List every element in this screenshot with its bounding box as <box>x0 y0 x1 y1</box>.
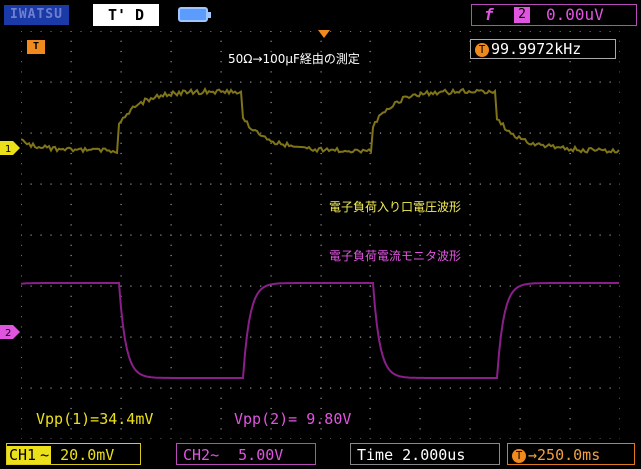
trigger-status[interactable]: T' D <box>93 4 159 26</box>
timebase-box[interactable]: Time 2.000us <box>350 443 500 465</box>
trigger-level-marker[interactable]: T <box>27 40 45 54</box>
frequency-counter: T 99.9972kHz <box>470 39 616 59</box>
frequency-value: 99.9972kHz <box>491 40 582 58</box>
measure-channel-badge: 2 <box>514 7 530 23</box>
ch1-scale-box[interactable]: CH1 ~ 20.0mV <box>6 443 141 465</box>
ch2-scale: 5.00V <box>238 446 284 464</box>
time-scale: 2.000us <box>402 446 466 464</box>
ch2-wave-label: 電子負荷電流モニタ波形 <box>329 249 462 263</box>
ch2-label: CH2~ <box>183 446 220 464</box>
ch1-waveform <box>21 86 620 155</box>
delay-value: →250.0ms <box>528 446 601 464</box>
graticule <box>21 31 620 439</box>
trigger-delay-box[interactable]: T →250.0ms <box>507 443 635 465</box>
ch1-wave-label: 電子負荷入り口電圧波形 <box>329 200 462 214</box>
ch1-label: CH1 <box>7 446 39 464</box>
ch2-ground-marker[interactable]: 2 <box>0 325 20 339</box>
delay-badge-icon: T <box>512 448 526 463</box>
scope-screen <box>21 31 620 439</box>
ch1-ground-marker[interactable]: 1 <box>0 141 20 155</box>
ch1-coupling-icon: ~ <box>38 446 52 464</box>
ch2-scale-box[interactable]: CH2~ 5.00V <box>176 443 316 465</box>
trigger-badge-icon: T <box>475 42 489 57</box>
battery-icon <box>178 7 211 22</box>
trigger-level-icon: T <box>32 41 40 52</box>
frequency-symbol: f <box>484 5 494 24</box>
ch2-waveform <box>21 282 619 379</box>
ch1-vpp-readout: Vpp(1)=34.4mV <box>36 410 154 428</box>
measurement-readout[interactable]: f 2 0.00uV <box>471 4 637 26</box>
ch2-vpp-readout: Vpp(2)= 9.80V <box>234 410 352 428</box>
time-label: Time <box>357 446 394 464</box>
trigger-position-marker[interactable] <box>318 30 330 39</box>
measure-value: 0.00uV <box>546 5 604 24</box>
brand-logo: IWATSU <box>4 5 69 25</box>
ch2-marker-label: 2 <box>5 328 11 339</box>
ch1-scale: 20.0mV <box>60 446 115 464</box>
ch1-marker-label: 1 <box>5 144 11 155</box>
measurement-note: 50Ω→100μF経由の測定 <box>228 52 360 66</box>
